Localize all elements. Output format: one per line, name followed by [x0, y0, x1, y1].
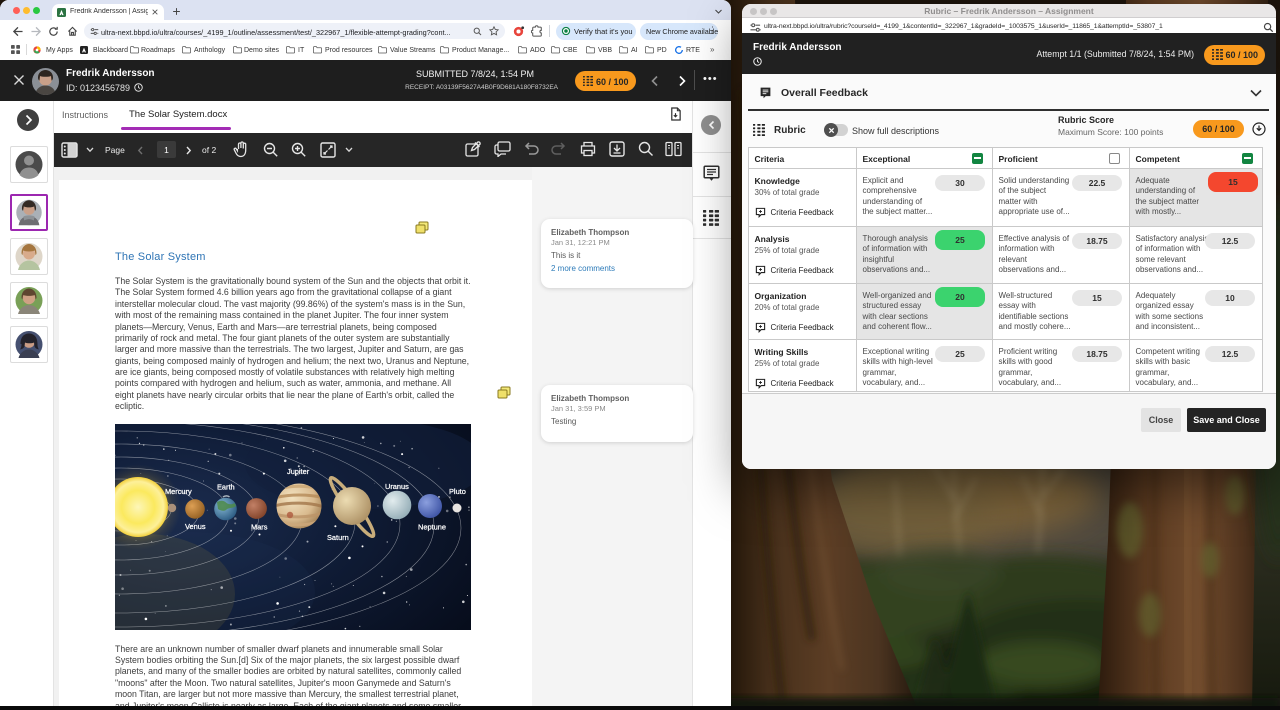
svg-text:Pluto: Pluto [449, 487, 466, 496]
svg-text:Mars: Mars [251, 523, 268, 532]
svg-text:Mercury: Mercury [165, 487, 192, 496]
svg-text:Earth: Earth [217, 483, 235, 492]
svg-text:Venus: Venus [185, 522, 206, 531]
svg-text:Saturn: Saturn [327, 533, 349, 542]
svg-text:Uranus: Uranus [385, 482, 409, 491]
svg-text:Jupiter: Jupiter [287, 467, 310, 476]
svg-text:Neptune: Neptune [418, 523, 446, 532]
